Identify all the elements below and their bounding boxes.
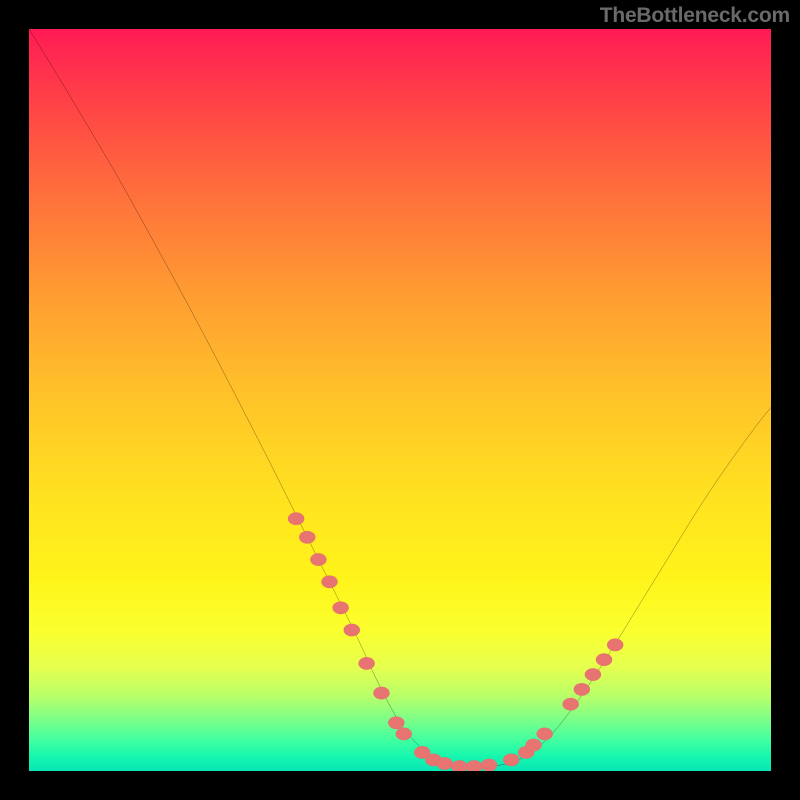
plot-area: [29, 29, 771, 771]
marker-point: [466, 760, 482, 771]
marker-point: [436, 757, 452, 770]
watermark-text: TheBottleneck.com: [600, 4, 790, 28]
marker-point: [596, 653, 612, 666]
marker-point: [299, 531, 315, 544]
marker-point: [373, 687, 389, 700]
marker-point: [310, 553, 326, 566]
marker-point: [574, 683, 590, 696]
marker-point: [481, 759, 497, 771]
marker-point: [607, 639, 623, 652]
marker-point: [321, 575, 337, 588]
marker-point: [537, 728, 553, 741]
marker-point: [332, 601, 348, 614]
marker-point: [562, 698, 578, 711]
marker-point: [388, 716, 404, 729]
chart-svg: [29, 29, 771, 771]
marker-point: [451, 760, 467, 771]
marker-point: [396, 728, 412, 741]
chart-frame: TheBottleneck.com: [0, 0, 800, 800]
marker-point: [585, 668, 601, 681]
highlight-markers: [288, 512, 623, 771]
marker-point: [288, 512, 304, 525]
marker-point: [503, 754, 519, 767]
bottleneck-curve: [29, 29, 771, 768]
marker-point: [358, 657, 374, 670]
marker-point: [525, 739, 541, 752]
marker-point: [344, 624, 360, 637]
